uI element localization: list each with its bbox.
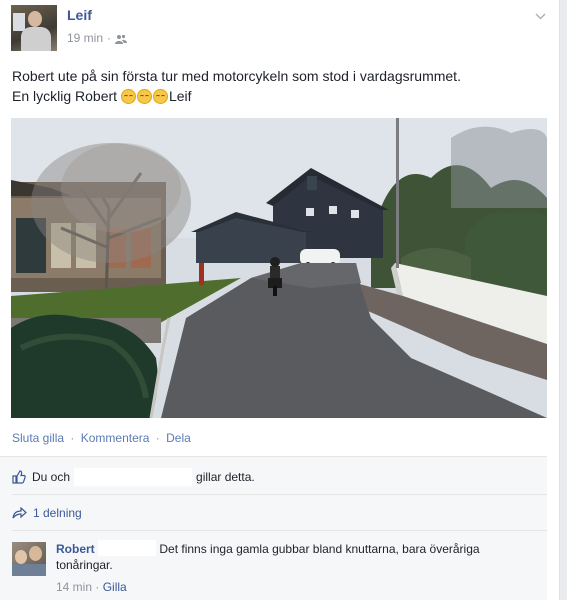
meta-separator: · — [107, 31, 112, 45]
comment-like-link[interactable]: Gilla — [103, 580, 127, 594]
divider — [12, 530, 547, 531]
post-text-suffix: Leif — [168, 88, 192, 104]
page-edge — [560, 0, 567, 600]
commenter-avatar[interactable] — [12, 542, 46, 576]
shares-summary[interactable]: 1 delning — [12, 506, 82, 520]
post-text: Robert ute på sin första tur med motorcy… — [12, 66, 542, 106]
post-header: Leif 19 min · — [11, 5, 551, 53]
shares-count[interactable]: 1 delning — [33, 506, 82, 520]
thumbs-up-icon — [12, 470, 26, 484]
post-meta: 19 min · — [67, 31, 128, 45]
friends-audience-icon[interactable] — [115, 33, 128, 44]
share-arrow-icon — [12, 507, 27, 519]
relieved-emoji-icon — [136, 89, 152, 104]
post-photo[interactable] — [11, 118, 547, 418]
author-avatar[interactable] — [11, 5, 57, 51]
author-name[interactable]: Leif — [67, 7, 92, 23]
likes-prefix: Du och — [32, 470, 71, 484]
avatar-face — [28, 11, 42, 27]
meta-separator: · — [95, 580, 103, 594]
comment-meta: 14 min · Gilla — [56, 580, 127, 594]
commenter-name[interactable]: Robert — [56, 542, 95, 556]
comment-body: Robert Det finns inga gamla gubbar bland… — [56, 540, 536, 573]
likes-summary: Du och gillar detta. — [12, 468, 255, 486]
motorcycle-street-photo — [11, 118, 547, 418]
relieved-emoji-icon — [152, 89, 168, 104]
unlike-link[interactable]: Sluta gilla — [12, 431, 64, 445]
post-card: Leif 19 min · Robert ute på sin första t… — [0, 0, 560, 600]
redacted-names — [74, 468, 193, 486]
avatar-background — [13, 13, 25, 31]
avatar-figure — [21, 27, 51, 51]
post-text-prefix: En lycklig Robert — [12, 88, 121, 104]
post-time[interactable]: 19 min — [67, 31, 103, 45]
post-actions: Sluta gilla · Kommentera · Dela — [12, 431, 191, 445]
likes-suffix: gillar detta. — [196, 470, 255, 484]
actions-separator: · — [155, 431, 160, 445]
comment-link[interactable]: Kommentera — [81, 431, 150, 445]
chevron-down-icon[interactable] — [535, 9, 546, 20]
share-link[interactable]: Dela — [166, 431, 191, 445]
divider — [0, 456, 547, 457]
avatar-figure — [12, 564, 46, 576]
actions-separator: · — [70, 431, 75, 445]
post-text-line2: En lycklig Robert Leif — [12, 86, 542, 106]
post-text-line1: Robert ute på sin första tur med motorcy… — [12, 68, 461, 84]
avatar-face — [29, 546, 42, 561]
redacted-surname — [98, 540, 157, 556]
divider — [12, 494, 547, 495]
comment-time[interactable]: 14 min — [56, 580, 92, 594]
relieved-emoji-icon — [120, 89, 136, 104]
avatar-face — [15, 550, 27, 564]
